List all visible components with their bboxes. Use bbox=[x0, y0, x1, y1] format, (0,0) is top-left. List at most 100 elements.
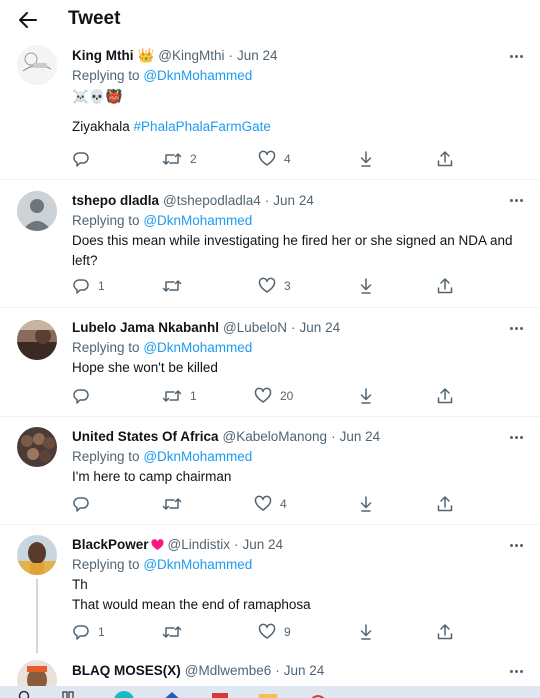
tweet-date[interactable]: Jun 24 bbox=[340, 428, 381, 445]
like-button[interactable]: 3 bbox=[258, 277, 291, 295]
download-button[interactable] bbox=[357, 387, 375, 405]
retweet-button[interactable]: 2 bbox=[162, 150, 197, 168]
retweet-button[interactable] bbox=[162, 495, 190, 513]
replying-prefix: Replying to bbox=[72, 449, 140, 464]
more-options-button[interactable] bbox=[506, 322, 526, 334]
mail-app-icon[interactable] bbox=[306, 688, 330, 698]
tweet-actions: 2 4 bbox=[72, 150, 472, 168]
more-options-button[interactable] bbox=[506, 539, 526, 551]
tweet-text: Ziyakhala #PhalaPhalaFarmGate bbox=[72, 117, 528, 137]
tweet-text-line: That would mean the end of ramaphosa bbox=[72, 597, 311, 612]
share-icon bbox=[437, 496, 453, 512]
emoji-line: ☠️💀👹 bbox=[72, 89, 123, 104]
tweet-actions: 1 9 bbox=[72, 623, 472, 641]
share-button[interactable] bbox=[436, 277, 454, 295]
reply-icon bbox=[73, 497, 89, 512]
share-button[interactable] bbox=[436, 495, 454, 513]
tweet-date[interactable]: Jun 24 bbox=[300, 319, 341, 336]
display-name[interactable]: King Mthi bbox=[72, 47, 133, 64]
mention-link[interactable]: @DknMohammed bbox=[143, 213, 252, 228]
download-button[interactable] bbox=[357, 623, 375, 641]
heart-icon bbox=[254, 495, 272, 511]
user-handle[interactable]: @LubeloN bbox=[223, 319, 287, 336]
mention-link[interactable]: @DknMohammed bbox=[143, 449, 252, 464]
avatar[interactable] bbox=[17, 535, 57, 575]
reply-count: 1 bbox=[98, 625, 105, 639]
display-name[interactable]: BlackPower bbox=[72, 536, 149, 553]
display-name[interactable]: BLAQ MOSES(X) bbox=[72, 662, 181, 679]
mention-link[interactable]: @DknMohammed bbox=[143, 340, 252, 355]
more-options-button[interactable] bbox=[506, 50, 526, 62]
user-handle[interactable]: @tshepodladla4 bbox=[163, 192, 261, 209]
like-count: 3 bbox=[284, 279, 291, 293]
like-button[interactable]: 4 bbox=[254, 495, 287, 513]
display-name[interactable]: tshepo dladla bbox=[72, 192, 159, 209]
like-button[interactable]: 9 bbox=[258, 623, 291, 641]
like-button[interactable]: 4 bbox=[258, 150, 291, 168]
avatar[interactable] bbox=[17, 427, 57, 467]
retweet-button[interactable]: 1 bbox=[162, 387, 197, 405]
reply-icon bbox=[73, 279, 89, 294]
retweet-icon bbox=[162, 498, 182, 510]
tweet-reply[interactable]: tshepo dladla @tshepodladla4 · Jun 24 Re… bbox=[0, 180, 540, 308]
share-icon bbox=[437, 624, 453, 640]
tweet-date[interactable]: Jun 24 bbox=[273, 192, 314, 209]
user-handle[interactable]: @KingMthi bbox=[158, 47, 224, 64]
more-options-button[interactable] bbox=[506, 431, 526, 443]
user-handle[interactable]: @KabeloManong bbox=[223, 428, 328, 445]
avatar[interactable] bbox=[17, 45, 57, 85]
reply-button[interactable]: 1 bbox=[72, 277, 105, 295]
tweet-date[interactable]: Jun 24 bbox=[243, 536, 284, 553]
reply-button[interactable] bbox=[72, 387, 98, 405]
reply-button[interactable]: 1 bbox=[72, 623, 105, 641]
store-app-icon[interactable] bbox=[160, 688, 184, 698]
more-options-button[interactable] bbox=[506, 665, 526, 677]
avatar[interactable] bbox=[17, 320, 57, 360]
edge-browser-icon[interactable] bbox=[112, 688, 136, 698]
user-handle[interactable]: @Mdlwembe6 bbox=[185, 662, 271, 679]
tweet-reply[interactable]: King Mthi 👑 @KingMthi · Jun 24 Replying … bbox=[0, 40, 540, 180]
display-name[interactable]: United States Of Africa bbox=[72, 428, 219, 445]
search-icon[interactable] bbox=[18, 688, 32, 698]
share-button[interactable] bbox=[436, 387, 454, 405]
more-options-button[interactable] bbox=[506, 194, 526, 206]
like-button[interactable]: 20 bbox=[254, 387, 293, 405]
tweet-text-plain: Ziyakhala bbox=[72, 119, 130, 134]
reply-button[interactable] bbox=[72, 495, 98, 513]
replying-prefix: Replying to bbox=[72, 340, 140, 355]
tweet-reply[interactable]: BlackPower @Lindistix · Jun 24 Replying … bbox=[0, 525, 540, 653]
retweet-icon bbox=[162, 153, 182, 165]
back-button[interactable] bbox=[16, 9, 40, 31]
tweet-reply[interactable]: United States Of Africa @KabeloManong · … bbox=[0, 417, 540, 525]
download-button[interactable] bbox=[357, 150, 375, 168]
share-button[interactable] bbox=[436, 150, 454, 168]
tweet-date[interactable]: Jun 24 bbox=[237, 47, 278, 64]
retweet-icon bbox=[162, 626, 182, 638]
office-app-icon[interactable] bbox=[208, 688, 232, 698]
download-button[interactable] bbox=[357, 277, 375, 295]
share-button[interactable] bbox=[436, 623, 454, 641]
replying-prefix: Replying to bbox=[72, 557, 140, 572]
replying-prefix: Replying to bbox=[72, 68, 140, 83]
retweet-button[interactable] bbox=[162, 623, 190, 641]
share-icon bbox=[437, 151, 453, 167]
taskbar bbox=[0, 686, 540, 698]
hashtag-link[interactable]: #PhalaPhalaFarmGate bbox=[134, 119, 271, 134]
avatar[interactable] bbox=[17, 191, 57, 231]
mention-link[interactable]: @DknMohammed bbox=[143, 557, 252, 572]
tweet-reply[interactable]: BLAQ MOSES(X) @Mdlwembe6 · Jun 24 bbox=[0, 653, 540, 686]
task-view-icon[interactable] bbox=[62, 688, 74, 698]
heart-icon bbox=[258, 150, 276, 166]
file-explorer-icon[interactable] bbox=[256, 688, 280, 698]
replying-to: Replying to @DknMohammed bbox=[72, 448, 528, 465]
retweet-button[interactable] bbox=[162, 277, 190, 295]
reply-button[interactable] bbox=[72, 150, 98, 168]
retweet-icon bbox=[162, 280, 182, 292]
tweet-reply[interactable]: Lubelo Jama Nkabanhl @LubeloN · Jun 24 R… bbox=[0, 308, 540, 417]
avatar[interactable] bbox=[17, 660, 57, 686]
mention-link[interactable]: @DknMohammed bbox=[143, 68, 252, 83]
user-handle[interactable]: @Lindistix bbox=[168, 536, 230, 553]
tweet-date[interactable]: Jun 24 bbox=[284, 662, 325, 679]
display-name[interactable]: Lubelo Jama Nkabanhl bbox=[72, 319, 219, 336]
download-button[interactable] bbox=[357, 495, 375, 513]
